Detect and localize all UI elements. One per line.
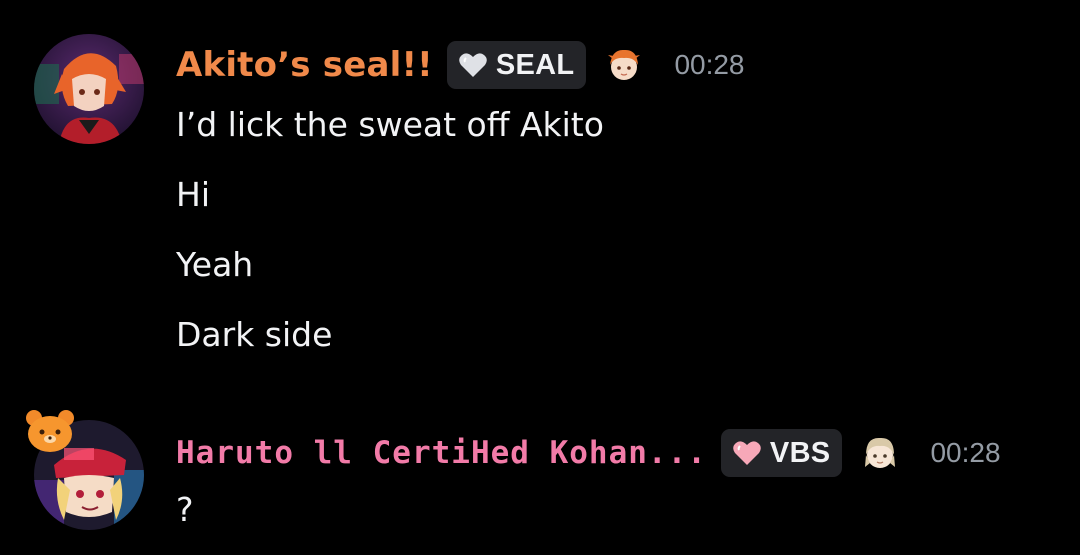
message-header: Haruto ll CertiHed Kohan... VBS 00:28 [176,428,1001,478]
role-tag[interactable]: SEAL [446,41,587,89]
role-tag-label: VBS [769,436,831,469]
avatar[interactable] [34,34,144,144]
role-tag[interactable]: VBS [720,429,843,477]
beige-haired-chibi-icon [865,437,896,468]
timestamp: 00:28 [674,49,745,80]
message-text: Hi [176,175,210,214]
role-tag-label: SEAL [495,48,575,81]
message-text: Yeah [176,245,254,284]
message-text: Dark side [176,315,333,354]
message-text: I’d lick the sweat off Akito [176,105,604,144]
heart-icon [459,53,487,77]
message-text: ? [176,490,194,529]
heart-icon [733,441,761,465]
chat-message-list: Akito’s seal!! SEAL 00:28 I’d lick the s… [0,0,1080,555]
message-header: Akito’s seal!! SEAL 00:28 [176,40,745,90]
username[interactable]: Haruto ll CertiHed Kohan... [176,435,707,471]
username[interactable]: Akito’s seal!! [176,45,433,85]
timestamp: 00:28 [930,437,1001,468]
orange-haired-chibi-icon [608,49,641,80]
bear-icon [26,410,74,452]
